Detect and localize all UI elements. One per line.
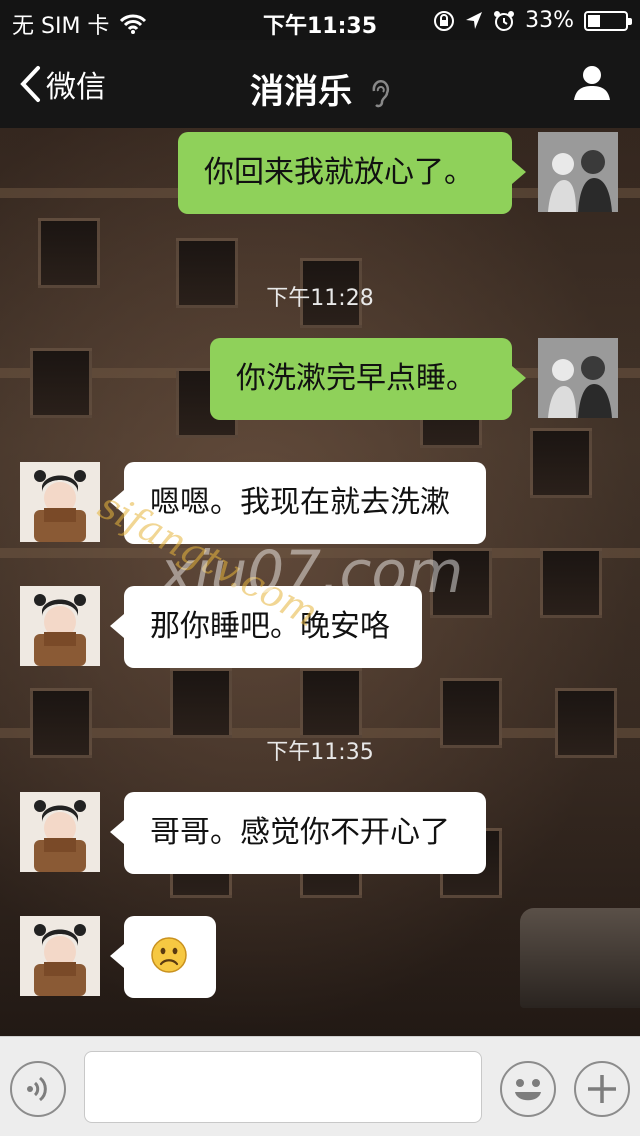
battery-percent: 33% [525, 8, 574, 33]
emoji-icon [515, 1079, 541, 1101]
contact-avatar[interactable] [20, 916, 100, 996]
input-bar [0, 1036, 640, 1136]
location-icon [466, 11, 483, 29]
timestamp: 下午11:28 [266, 286, 374, 311]
my-avatar[interactable] [538, 338, 618, 418]
message-bubble-sent[interactable]: 你回来我就放心了。 [178, 132, 526, 214]
profile-icon [574, 66, 610, 100]
nav-bar: 微信 消消乐 [0, 40, 640, 128]
more-button[interactable] [574, 1061, 630, 1117]
profile-button[interactable] [572, 62, 612, 106]
watermark-xiu07: xiu07.com [160, 538, 464, 606]
timestamp: 下午11:35 [266, 740, 374, 765]
message-bubble-received[interactable] [110, 916, 216, 998]
chat-area[interactable]: 你回来我就放心了。 下午11:28 你洗漱完早点睡。 嗯嗯。我现在就去洗漱 那你… [0, 128, 640, 1036]
ear-icon [372, 79, 389, 107]
battery-icon [584, 10, 632, 31]
frown-emoji-icon [151, 936, 187, 973]
message-bubble-received[interactable]: 哥哥。感觉你不开心了 [110, 792, 486, 874]
contact-avatar[interactable] [20, 586, 100, 666]
plus-icon [588, 1075, 616, 1103]
message-input[interactable] [84, 1051, 482, 1123]
status-bar: 无 SIM 卡 下午11:35 33% [0, 0, 640, 40]
voice-icon [27, 1076, 47, 1102]
rotation-lock-icon [434, 10, 455, 31]
chat-title: 消消乐 [0, 64, 640, 113]
message-bubble-sent[interactable]: 你洗漱完早点睡。 [210, 338, 526, 420]
chat-title-text: 消消乐 [250, 72, 353, 112]
contact-avatar[interactable] [20, 462, 100, 542]
alarm-icon [494, 10, 515, 31]
voice-button[interactable] [10, 1061, 66, 1117]
contact-avatar[interactable] [20, 792, 100, 872]
my-avatar[interactable] [538, 132, 618, 212]
emoji-button[interactable] [500, 1061, 556, 1117]
